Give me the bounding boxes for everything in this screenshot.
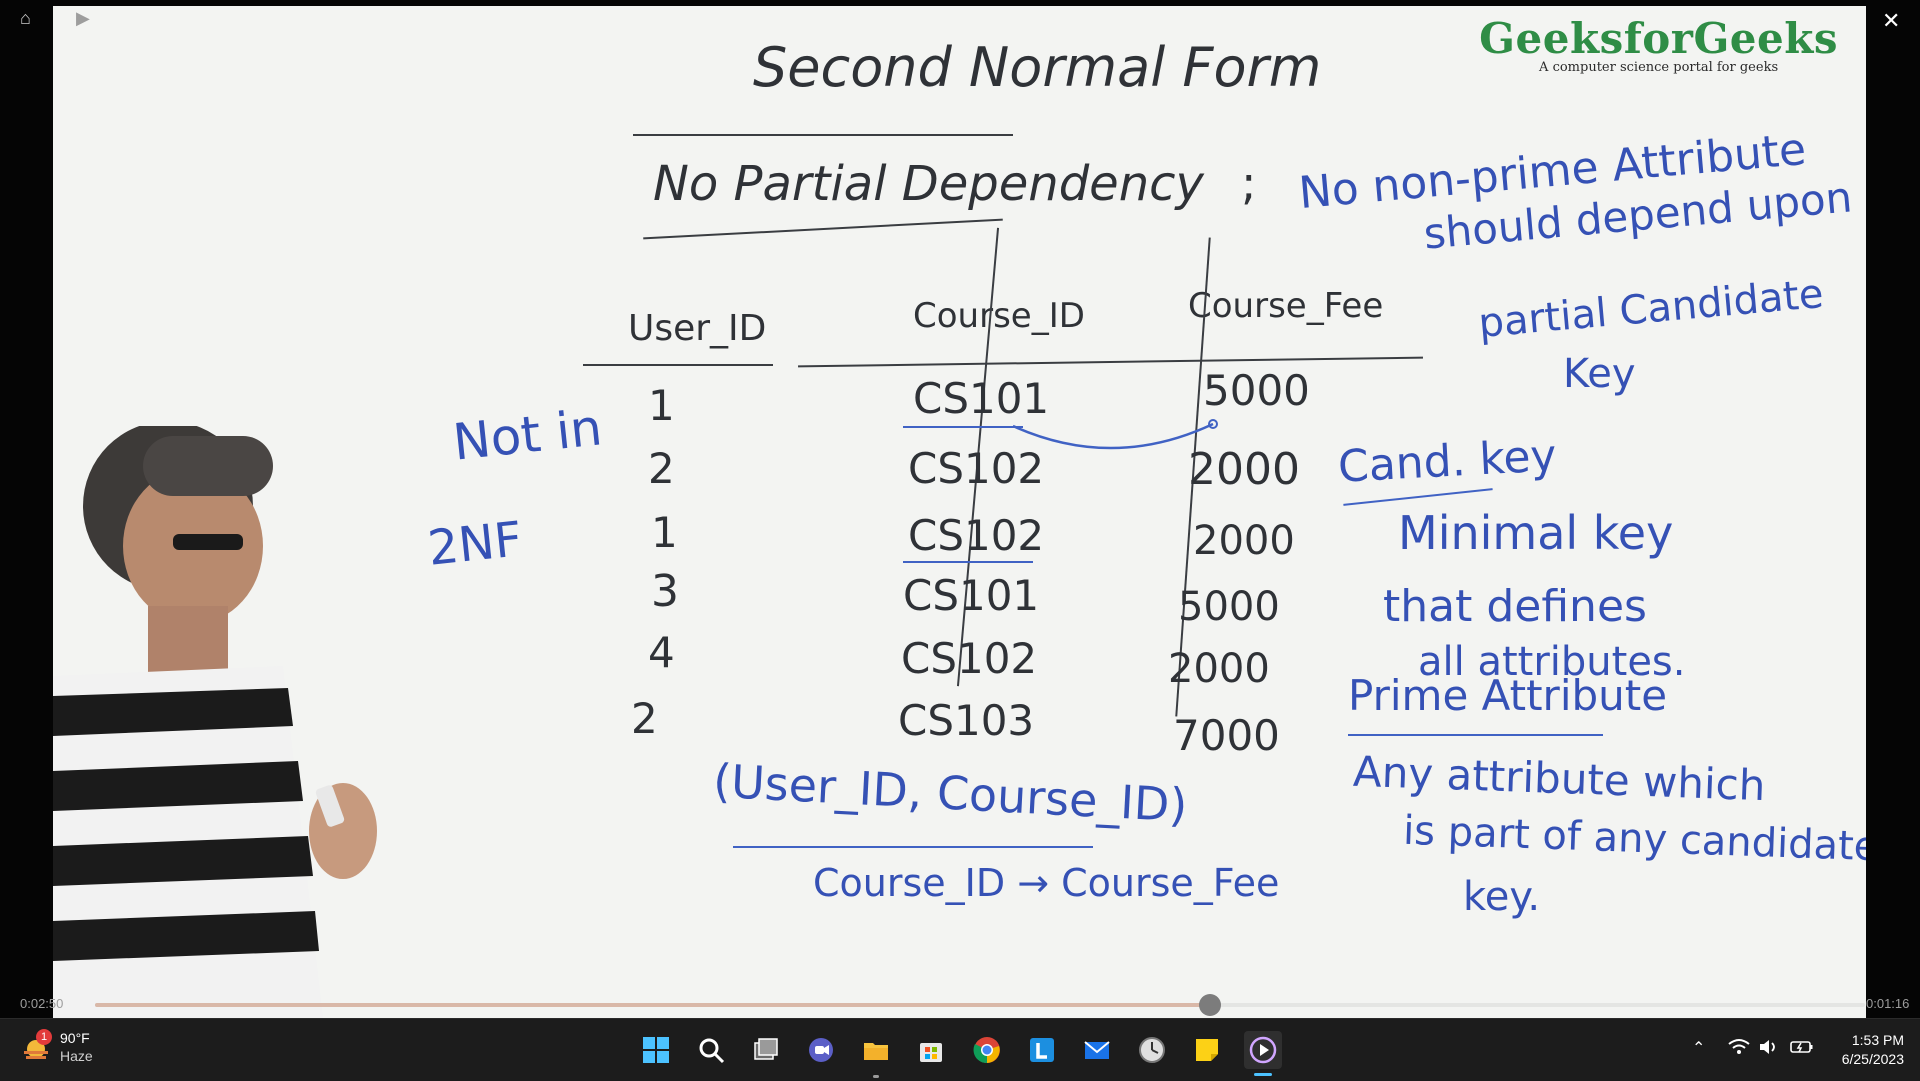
rule-line-4: Key	[1563, 351, 1636, 397]
teams-icon[interactable]	[802, 1031, 840, 1069]
cell-user-id-6: 2	[631, 694, 658, 743]
seek-bar[interactable]	[95, 994, 1865, 1016]
cell-course-fee-3: 2000	[1193, 518, 1295, 564]
dependency-rule: Course_ID → Course_Fee	[813, 861, 1280, 905]
mail-icon[interactable]	[1078, 1031, 1116, 1069]
composite-key: (User_ID, Course_ID)	[711, 753, 1189, 833]
task-view-icon[interactable]	[747, 1031, 785, 1069]
clock-time: 1:53 PM	[1851, 1032, 1904, 1048]
cell-user-id-5: 4	[648, 628, 675, 677]
remaining-time: 0:01:16	[1866, 996, 1910, 1011]
header-underline-right	[798, 356, 1423, 368]
store-icon[interactable]	[912, 1031, 950, 1069]
2nf-label: 2NF	[425, 511, 525, 577]
clock-app-icon[interactable]	[1133, 1031, 1171, 1069]
file-explorer-running-indicator	[873, 1075, 879, 1078]
chevron-up-icon[interactable]: ⌃	[1692, 1038, 1705, 1058]
cell-course-fee-1: 5000	[1203, 366, 1310, 415]
start-icon[interactable]	[637, 1031, 675, 1069]
dependency-arrow	[1012, 419, 1218, 450]
cell-course-id-3: CS102	[908, 511, 1045, 560]
weather-temp: 90°F	[60, 1030, 90, 1046]
board-title: Second Normal Form	[753, 36, 1322, 99]
cell-course-fee-4: 5000	[1178, 584, 1280, 630]
weather-icon: 1	[20, 1029, 52, 1063]
search-icon[interactable]	[692, 1031, 730, 1069]
cand-key-def-1: Minimal key	[1398, 506, 1674, 560]
cell-course-id-3-underline	[903, 561, 1033, 563]
cell-course-id-4: CS101	[903, 571, 1040, 620]
cell-user-id-1: 1	[648, 381, 675, 430]
battery-icon[interactable]	[1790, 1038, 1814, 1061]
cell-user-id-4: 3	[651, 566, 679, 617]
l-app-icon[interactable]	[1023, 1031, 1061, 1069]
elapsed-time: 0:02:50	[20, 996, 64, 1011]
rule-line-3: partial Candidate	[1476, 271, 1826, 347]
chrome-icon[interactable]	[968, 1031, 1006, 1069]
header-user-id: User_ID	[628, 308, 767, 349]
seek-bar-thumb[interactable]	[1199, 994, 1222, 1016]
board-subtitle: No Partial Dependency	[653, 156, 1204, 212]
prime-def-3: key.	[1463, 874, 1541, 920]
seek-bar-fill	[95, 1003, 1211, 1007]
presenter-figure	[53, 426, 377, 1018]
cell-course-fee-6: 7000	[1173, 711, 1280, 760]
semicolon: ;	[1241, 156, 1257, 210]
cell-course-fee-5: 2000	[1168, 646, 1270, 692]
wifi-icon[interactable]	[1728, 1038, 1750, 1061]
close-icon[interactable]: ✕	[1882, 8, 1900, 34]
header-course-fee: Course_Fee	[1188, 286, 1384, 326]
cell-user-id-2: 2	[648, 444, 675, 493]
composite-key-underline	[733, 846, 1093, 848]
video-player[interactable]: Second Normal Form No Partial Dependency…	[0, 0, 1920, 1018]
prime-def-1: Any attribute which	[1352, 746, 1767, 811]
cell-course-id-6: CS103	[898, 696, 1035, 745]
system-clock[interactable]: 1:53 PM 6/25/2023	[1842, 1031, 1904, 1069]
media-player-active-indicator	[1254, 1073, 1272, 1076]
brand-name: GeeksforGeeks	[1479, 14, 1838, 63]
play-icon[interactable]: ▶	[76, 8, 90, 29]
taskbar: 1 90°F Haze ⌃ 1:53 PM 6/25/2023	[0, 1018, 1920, 1081]
weather-widget[interactable]: 1 90°F Haze	[20, 1029, 93, 1065]
clock-date: 6/25/2023	[1841, 1051, 1904, 1067]
weather-condition: Haze	[60, 1048, 93, 1064]
brand-logo: GeeksforGeeks A computer science portal …	[1479, 14, 1838, 75]
cand-key-label: Cand. key	[1336, 430, 1558, 493]
prime-label: Prime Attribute	[1348, 671, 1668, 720]
media-player-icon[interactable]	[1244, 1031, 1282, 1069]
file-explorer-icon[interactable]	[857, 1031, 895, 1069]
sticky-notes-icon[interactable]	[1188, 1031, 1226, 1069]
not-in-label: Not in	[450, 398, 605, 472]
cell-course-id-5: CS102	[901, 634, 1038, 683]
cand-key-def-2: that defines	[1383, 581, 1647, 632]
header-underline-left	[583, 364, 773, 366]
home-icon[interactable]: ⌂	[20, 8, 31, 29]
prime-underline	[1348, 734, 1603, 736]
cell-user-id-3: 1	[651, 508, 678, 557]
prime-def-2: is part of any candidate	[1402, 807, 1866, 871]
subtitle-underline	[643, 218, 1003, 240]
title-underline	[633, 134, 1013, 136]
volume-icon[interactable]	[1758, 1038, 1780, 1061]
header-course-id: Course_ID	[913, 296, 1085, 336]
weather-badge: 1	[36, 1029, 52, 1045]
video-frame[interactable]: Second Normal Form No Partial Dependency…	[53, 6, 1866, 1018]
